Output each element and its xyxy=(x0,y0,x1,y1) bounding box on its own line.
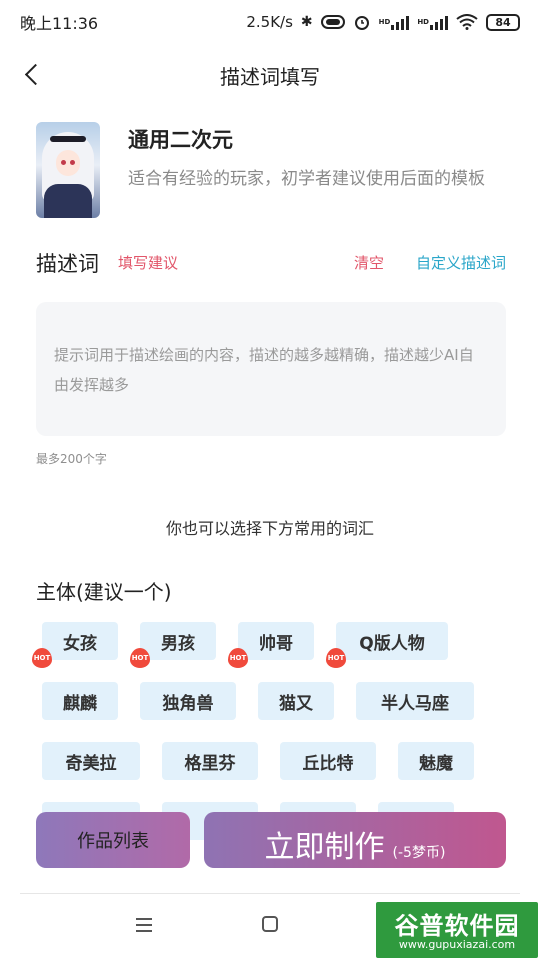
clear-button[interactable]: 清空 xyxy=(354,252,384,273)
toggle-icon xyxy=(320,15,345,29)
description-input[interactable]: 提示词用于描述绘画的内容，描述的越多越精确，描述越少AI自由发挥越多 xyxy=(36,302,506,436)
tag-chip[interactable]: 女孩 xyxy=(42,622,118,660)
home-icon[interactable] xyxy=(262,916,278,932)
tag-chip[interactable]: 独角兽 xyxy=(140,682,236,720)
char-limit-note: 最多200个字 xyxy=(36,452,107,466)
divider xyxy=(20,893,520,894)
tag-chip[interactable]: 半人马座 xyxy=(356,682,474,720)
style-description: 适合有经验的玩家，初学者建议使用后面的模板 xyxy=(128,169,485,189)
status-icons: 2.5K/s ✱ HD HD 84 xyxy=(246,13,520,31)
status-bar: 晚上11:36 2.5K/s ✱ HD HD 84 xyxy=(0,0,540,44)
writing-tips-link[interactable]: 填写建议 xyxy=(118,252,178,273)
tag-chip[interactable]: 猫又 xyxy=(258,682,334,720)
style-thumbnail xyxy=(36,122,100,218)
style-card[interactable]: 通用二次元 适合有经验的玩家，初学者建议使用后面的模板 xyxy=(36,122,506,222)
subject-section-title: 主体(建议一个) xyxy=(36,580,172,604)
create-cost-label: (-5梦币) xyxy=(392,845,446,861)
battery-indicator: 84 xyxy=(486,13,520,31)
alarm-icon xyxy=(353,13,371,31)
tag-chip[interactable]: Q版人物 xyxy=(336,622,448,660)
hot-badge-icon: HOT xyxy=(228,648,248,668)
network-speed: 2.5K/s xyxy=(246,13,293,31)
tag-chip[interactable]: 丘比特 xyxy=(280,742,376,780)
page-header: 描述词填写 xyxy=(0,48,540,102)
hot-badge-icon: HOT xyxy=(326,648,346,668)
watermark-logo: 谷普软件园 www.gupuxiazai.com xyxy=(376,902,538,958)
menu-icon[interactable] xyxy=(136,918,152,932)
chevron-left-icon xyxy=(24,63,46,85)
description-header: 描述词 填写建议 清空 自定义描述词 xyxy=(36,248,506,278)
wifi-icon xyxy=(456,14,478,30)
page-title: 描述词填写 xyxy=(220,64,320,89)
bluetooth-icon: ✱ xyxy=(300,14,313,30)
create-now-label: 立即制作 xyxy=(264,830,385,865)
watermark-url: www.gupuxiazai.com xyxy=(398,938,516,951)
tag-chip[interactable]: 帅哥 xyxy=(238,622,314,660)
hd-signal-icon: HD xyxy=(379,14,410,30)
tag-chip[interactable]: 奇美拉 xyxy=(42,742,140,780)
tag-chip[interactable]: 男孩 xyxy=(140,622,216,660)
hot-badge-icon: HOT xyxy=(130,648,150,668)
style-name: 通用二次元 xyxy=(128,128,233,152)
works-list-button[interactable]: 作品列表 xyxy=(36,812,190,868)
common-words-hint: 你也可以选择下方常用的词汇 xyxy=(165,519,374,538)
create-now-button[interactable]: 立即制作 (-5梦币) xyxy=(204,812,506,868)
status-time: 晚上11:36 xyxy=(20,14,99,33)
tag-chip[interactable]: 麒麟 xyxy=(42,682,118,720)
description-placeholder: 提示词用于描述绘画的内容，描述的越多越精确，描述越少AI自由发挥越多 xyxy=(54,346,474,394)
tag-chip[interactable]: 魅魔 xyxy=(398,742,474,780)
tag-chip[interactable]: 格里芬 xyxy=(162,742,258,780)
watermark-title: 谷普软件园 xyxy=(394,912,520,940)
hd-signal-icon: HD xyxy=(417,14,448,30)
back-button[interactable] xyxy=(14,56,50,92)
custom-description-button[interactable]: 自定义描述词 xyxy=(416,252,506,273)
description-title: 描述词 xyxy=(36,252,99,276)
hot-badge-icon: HOT xyxy=(32,648,52,668)
